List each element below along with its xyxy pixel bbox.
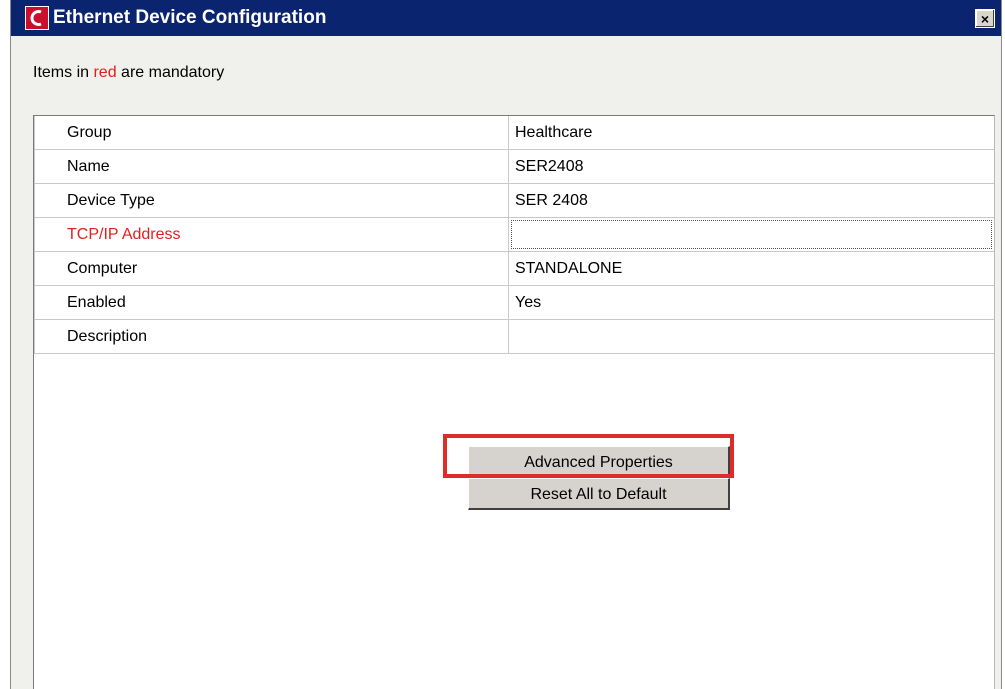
property-value-group[interactable]: Healthcare xyxy=(508,116,994,150)
property-row-name[interactable]: Name SER2408 xyxy=(34,149,994,184)
property-value-name[interactable]: SER2408 xyxy=(508,149,994,184)
property-row-enabled[interactable]: Enabled Yes xyxy=(34,285,994,320)
property-key: Enabled xyxy=(34,285,509,320)
app-logo-icon xyxy=(25,6,49,30)
advanced-properties-button[interactable]: Advanced Properties xyxy=(468,446,730,478)
property-value-description[interactable] xyxy=(508,319,994,354)
property-value-enabled[interactable]: Yes xyxy=(508,285,994,320)
property-value-device-type[interactable]: SER 2408 xyxy=(508,183,994,218)
properties-panel: Group Healthcare Name SER2408 Device Typ… xyxy=(33,115,995,689)
property-row-description[interactable]: Description xyxy=(34,319,994,354)
properties-grid: Group Healthcare Name SER2408 Device Typ… xyxy=(34,116,994,354)
property-key: Device Type xyxy=(34,183,509,218)
property-key: Name xyxy=(34,149,509,184)
property-key: Computer xyxy=(34,251,509,286)
note-suffix: are mandatory xyxy=(116,64,225,81)
tcp-ip-address-input[interactable] xyxy=(508,217,994,252)
property-value-computer[interactable]: STANDALONE xyxy=(508,251,994,286)
close-icon[interactable]: × xyxy=(975,9,995,28)
property-row-device-type[interactable]: Device Type SER 2408 xyxy=(34,183,994,218)
title-bar[interactable]: Ethernet Device Configuration × xyxy=(11,0,1001,36)
focus-rectangle xyxy=(511,220,992,249)
config-window: Ethernet Device Configuration × Items in… xyxy=(10,0,1002,689)
window-title: Ethernet Device Configuration xyxy=(53,7,327,28)
property-row-tcp-ip-address[interactable]: TCP/IP Address xyxy=(34,217,994,252)
property-row-computer[interactable]: Computer STANDALONE xyxy=(34,251,994,286)
reset-all-to-default-button[interactable]: Reset All to Default xyxy=(468,478,730,510)
note-red-word: red xyxy=(93,64,117,81)
note-prefix: Items in xyxy=(33,64,94,81)
property-key: Description xyxy=(34,319,509,354)
mandatory-note: Items in red are mandatory xyxy=(33,64,224,82)
property-key: Group xyxy=(34,116,509,150)
property-key-required: TCP/IP Address xyxy=(34,217,509,252)
property-row-group[interactable]: Group Healthcare xyxy=(34,116,994,150)
